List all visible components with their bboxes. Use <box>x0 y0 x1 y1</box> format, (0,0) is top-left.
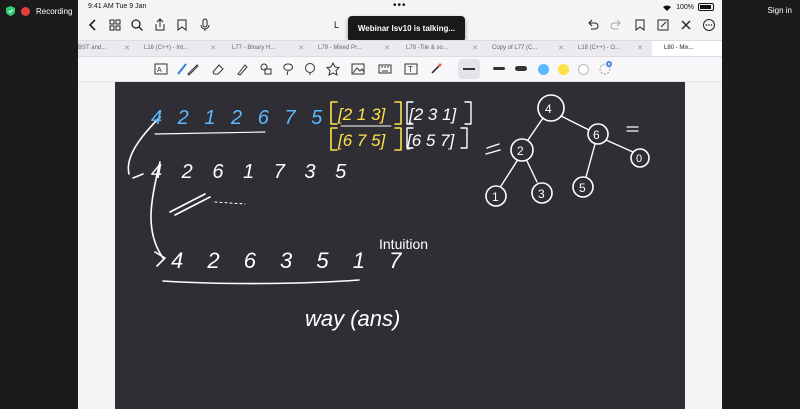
arrow-head <box>154 251 166 267</box>
row1-first: 4 2 1 2 6 7 5 <box>151 107 327 129</box>
zoom-left-panel: Recording <box>0 0 78 409</box>
highlighter-icon[interactable] <box>235 62 249 76</box>
tab-l78[interactable]: L78 -Tile & so... ✕ <box>406 41 478 56</box>
lasso-text-icon[interactable]: A <box>154 62 168 76</box>
thin-stroke-button[interactable] <box>458 59 480 79</box>
row2: 4 2 6 1 7 3 5 <box>151 161 353 183</box>
status-bar: 9:41 AM Tue 9 Jan ••• 100% <box>78 0 722 14</box>
pen-icon[interactable] <box>186 62 200 76</box>
tab-close-icon[interactable]: ✕ <box>384 41 390 56</box>
tree-label-0: 0 <box>636 153 642 165</box>
edit-page-icon[interactable] <box>656 18 670 32</box>
underline-row3 <box>162 279 360 285</box>
tree-label-6: 6 <box>593 128 600 142</box>
grid-view-icon[interactable] <box>108 18 122 32</box>
redo-icon[interactable] <box>609 18 623 32</box>
tab-close-icon[interactable]: ✕ <box>298 41 304 56</box>
battery-status: 100% <box>662 3 714 11</box>
microphone-icon[interactable] <box>198 18 212 32</box>
tree-label-5: 5 <box>579 181 586 195</box>
recording-label: Recording <box>36 6 73 16</box>
recording-indicator[interactable]: Recording <box>6 6 72 16</box>
tab-copy-l77[interactable]: Copy of L77 (C... ✕ <box>492 41 564 56</box>
svg-text:T: T <box>408 65 413 74</box>
battery-percent: 100% <box>676 3 694 11</box>
keyboard-icon[interactable] <box>378 62 392 76</box>
bookmark-outline-icon[interactable] <box>633 18 647 32</box>
tab-l16[interactable]: L16 (C++) - Int... ✕ <box>144 41 216 56</box>
zoom-right-panel: Sign in <box>722 0 800 409</box>
tree-label-1: 1 <box>492 190 499 204</box>
tab-close-icon[interactable]: ✕ <box>210 41 216 56</box>
record-icon <box>21 6 30 16</box>
status-time: 9:41 AM Tue 9 Jan <box>88 3 147 10</box>
close-icon[interactable] <box>679 18 693 32</box>
tab-l79[interactable]: L79 - Mixed Pr... ✕ <box>318 41 390 56</box>
tab-bst[interactable]: BST and... ✕ <box>78 41 130 56</box>
multitask-dots[interactable]: ••• <box>393 0 407 11</box>
tab-close-icon[interactable]: ✕ <box>472 41 478 56</box>
color-blue-swatch[interactable] <box>538 64 549 75</box>
wifi-icon <box>663 4 672 11</box>
bracket-text-3: [2 3 1] <box>408 105 458 124</box>
pen-toolbar: A T <box>78 57 722 82</box>
tab-close-icon[interactable]: ✕ <box>558 41 564 56</box>
security-shield-icon <box>6 6 15 16</box>
document-title[interactable]: L <box>334 20 339 30</box>
thick-stroke-button[interactable] <box>510 59 532 79</box>
tab-l18[interactable]: L18 (C++) - O... ✕ <box>578 41 643 56</box>
ipad-screen: 9:41 AM Tue 9 Jan ••• 100% L Webinar lsv… <box>78 0 722 409</box>
color-white-swatch[interactable] <box>578 64 589 75</box>
tab-l80[interactable]: L80 - Mix... <box>652 41 722 56</box>
medium-stroke-button[interactable] <box>488 59 510 79</box>
sticker-icon[interactable] <box>326 62 340 76</box>
color-yellow-swatch[interactable] <box>558 64 569 75</box>
note-way-ans: way (ans) <box>305 306 400 331</box>
document-tabs: BST and... ✕ L16 (C++) - Int... ✕ L77 - Bi… <box>78 40 722 57</box>
search-icon[interactable] <box>130 18 144 32</box>
svg-text:A: A <box>157 67 162 74</box>
laser-pointer-icon[interactable] <box>429 62 443 76</box>
bookmark-icon[interactable] <box>175 18 189 32</box>
tab-close-icon[interactable]: ✕ <box>637 41 643 56</box>
bracket-text-4: [6 5 7] <box>406 131 456 150</box>
more-icon[interactable] <box>702 18 716 32</box>
shapes-icon[interactable] <box>259 62 273 76</box>
intuition-label: Intuition <box>379 236 429 252</box>
lasso-icon[interactable] <box>281 62 295 76</box>
bracket-text-1: [2 1 3] <box>337 105 387 124</box>
sign-in-link[interactable]: Sign in <box>768 6 792 15</box>
tab-l77[interactable]: L77 - Binary H... ✕ <box>232 41 304 56</box>
bracket-text-2: [6 7 5] <box>337 131 387 150</box>
row3: 4 2 6 3 5 1 7 <box>171 248 410 273</box>
text-box-icon[interactable]: T <box>404 62 418 76</box>
speaker-toast: Webinar lsv10 is talking... <box>348 16 465 42</box>
tab-close-icon[interactable]: ✕ <box>124 41 130 56</box>
undo-icon[interactable] <box>586 18 600 32</box>
add-color-icon[interactable] <box>598 61 612 75</box>
tree-label-4: 4 <box>545 102 552 116</box>
lasso-alt-icon[interactable] <box>303 62 317 76</box>
tree-label-3: 3 <box>538 187 545 201</box>
image-icon[interactable] <box>351 62 365 76</box>
back-chevron-icon[interactable] <box>86 18 100 32</box>
battery-icon <box>698 3 714 11</box>
tree-label-2: 2 <box>517 144 524 158</box>
eraser-icon[interactable] <box>211 62 225 76</box>
share-icon[interactable] <box>153 18 167 32</box>
